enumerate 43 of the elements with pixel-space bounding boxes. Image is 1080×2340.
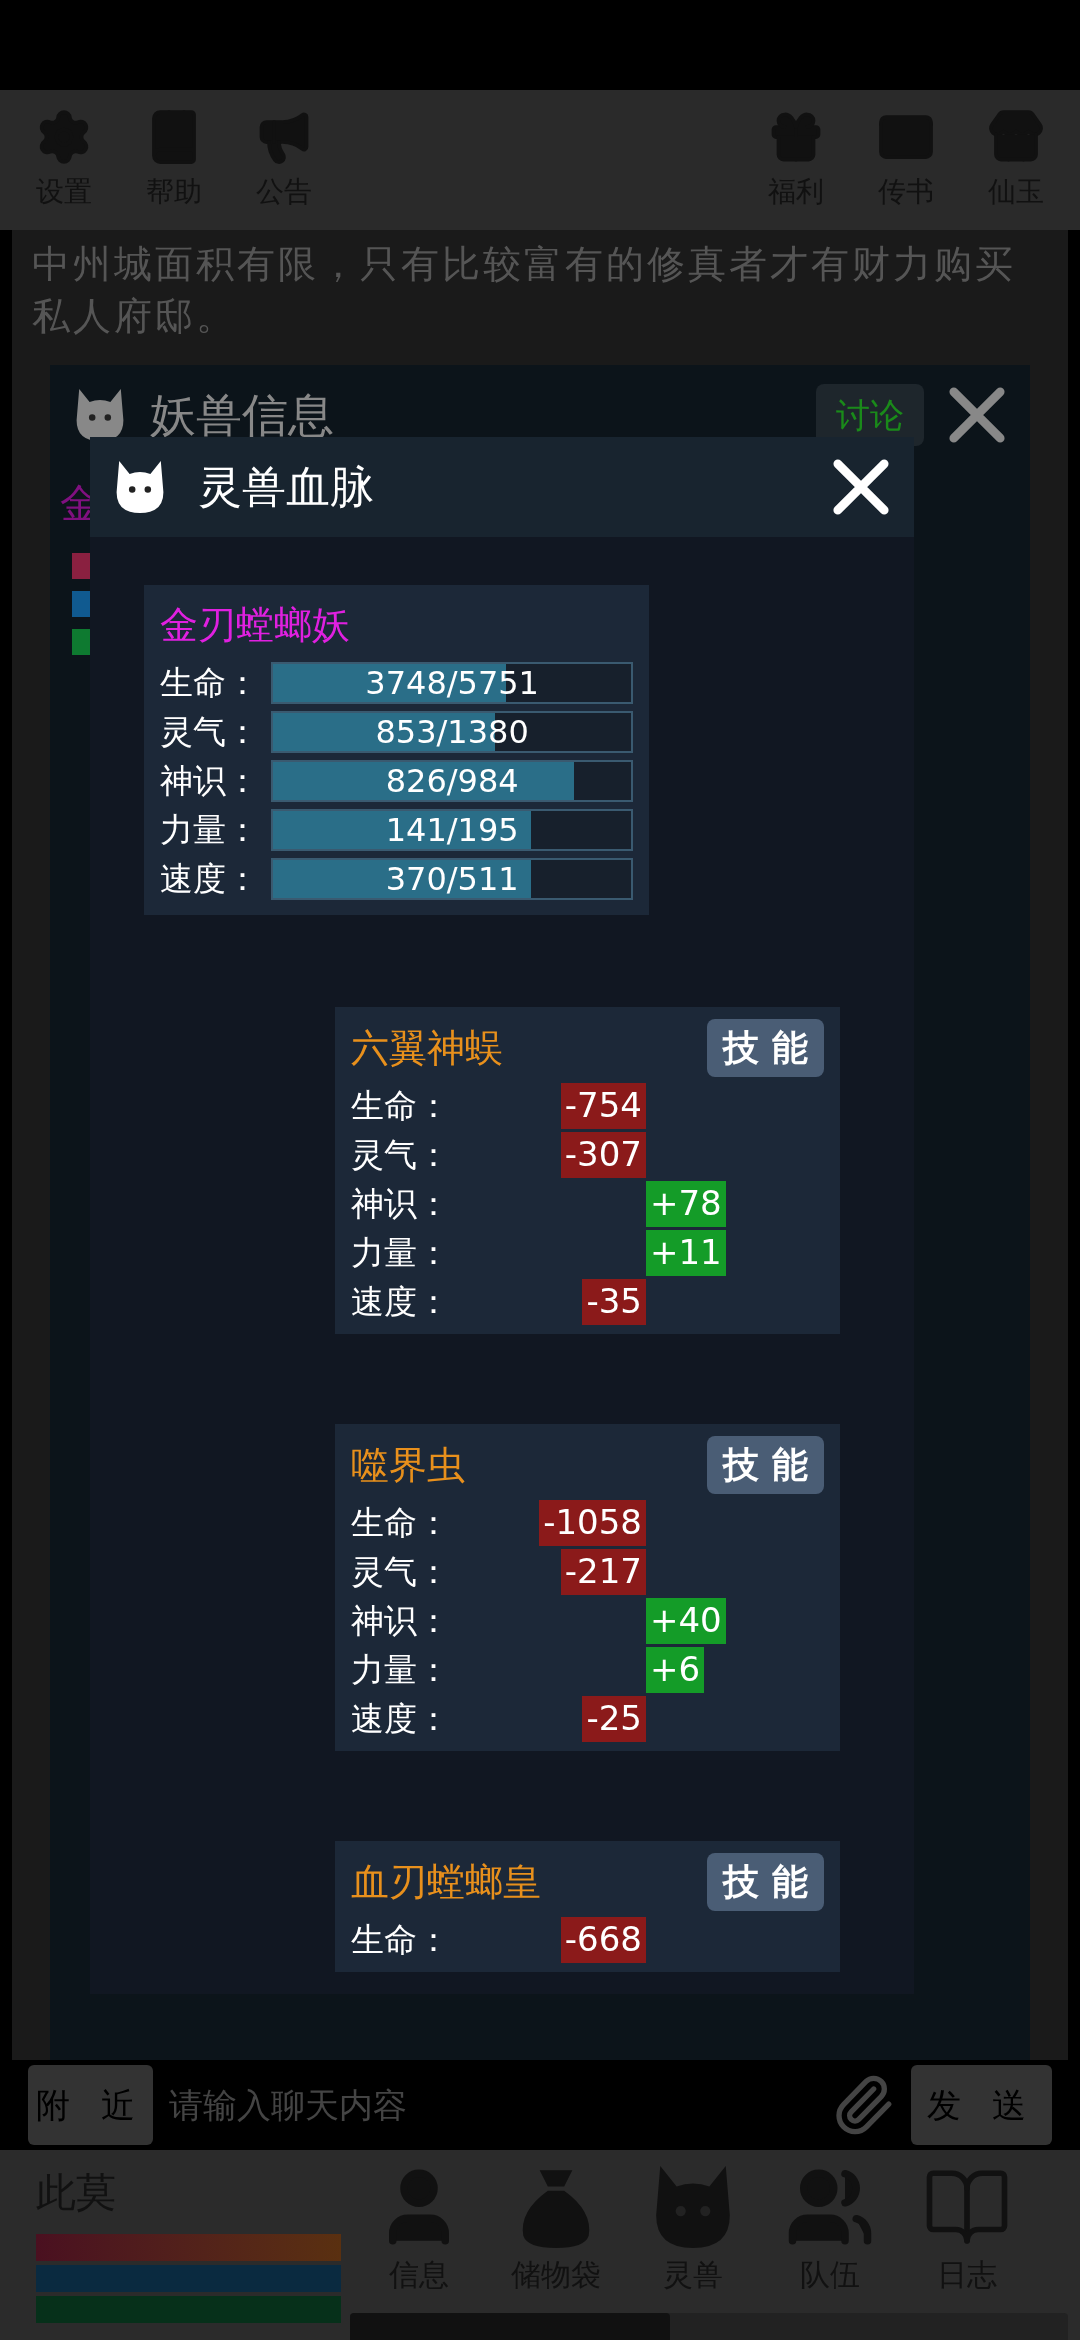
bloodline-name: 血刃螳螂皇 (351, 1858, 541, 1906)
skill-button[interactable]: 技 能 (707, 1853, 824, 1911)
stat-reading: 826/984 (384, 761, 520, 800)
stat-change: -35 (582, 1278, 646, 1325)
stat-change: -307 (560, 1131, 646, 1178)
notice-text: 中州城面积有限，只有比较富有的修真者才有财力购买私人府邸。 (31, 241, 1017, 340)
stat-change: -25 (582, 1695, 646, 1742)
stat-label: 生命： (351, 1919, 451, 1961)
stat-label: 灵气： (160, 710, 260, 753)
skill-button[interactable]: 技 能 (707, 1436, 824, 1494)
stat-change: -217 (560, 1548, 646, 1595)
stat-label: 速度： (351, 1698, 451, 1740)
stat-change: -1058 (539, 1499, 646, 1546)
panel-title: 妖兽信息 (150, 386, 335, 444)
stat-label: 灵气： (351, 1551, 451, 1593)
stat-label: 力量： (160, 808, 260, 851)
skill-button[interactable]: 技 能 (707, 1019, 824, 1077)
stat-label: 速度： (160, 857, 260, 900)
stat-reading: 853/1380 (374, 712, 530, 751)
bloodline-name: 噬界虫 (351, 1441, 465, 1489)
stat-label: 生命： (351, 1085, 451, 1127)
stat-change: +78 (646, 1180, 726, 1227)
stat-label: 速度： (351, 1281, 451, 1323)
stat-reading: 141/195 (384, 810, 520, 849)
stat-label: 生命： (351, 1502, 451, 1544)
stat-change: -668 (560, 1916, 646, 1963)
stat-reading: 3748/5751 (364, 663, 540, 702)
dialog-title: 灵兽血脉 (198, 460, 375, 514)
stat-label: 神识： (160, 759, 260, 802)
stat-label: 神识： (351, 1183, 451, 1225)
stat-label: 力量： (351, 1649, 451, 1691)
stat-label: 灵气： (351, 1134, 451, 1176)
bloodline-name: 六翼神蜈 (351, 1024, 503, 1072)
stat-label: 神识： (351, 1600, 451, 1642)
stat-change: +40 (646, 1597, 726, 1644)
chat-input[interactable]: 请输入聊天内容 (168, 2079, 816, 2131)
stat-change: +11 (646, 1229, 726, 1276)
beast-name: 金刃螳螂妖 (160, 602, 351, 649)
stat-change: -754 (560, 1082, 646, 1129)
stat-label: 力量： (351, 1232, 451, 1274)
stat-reading: 370/511 (384, 859, 520, 898)
stat-label: 生命： (160, 661, 260, 704)
stat-change: +6 (646, 1646, 705, 1693)
